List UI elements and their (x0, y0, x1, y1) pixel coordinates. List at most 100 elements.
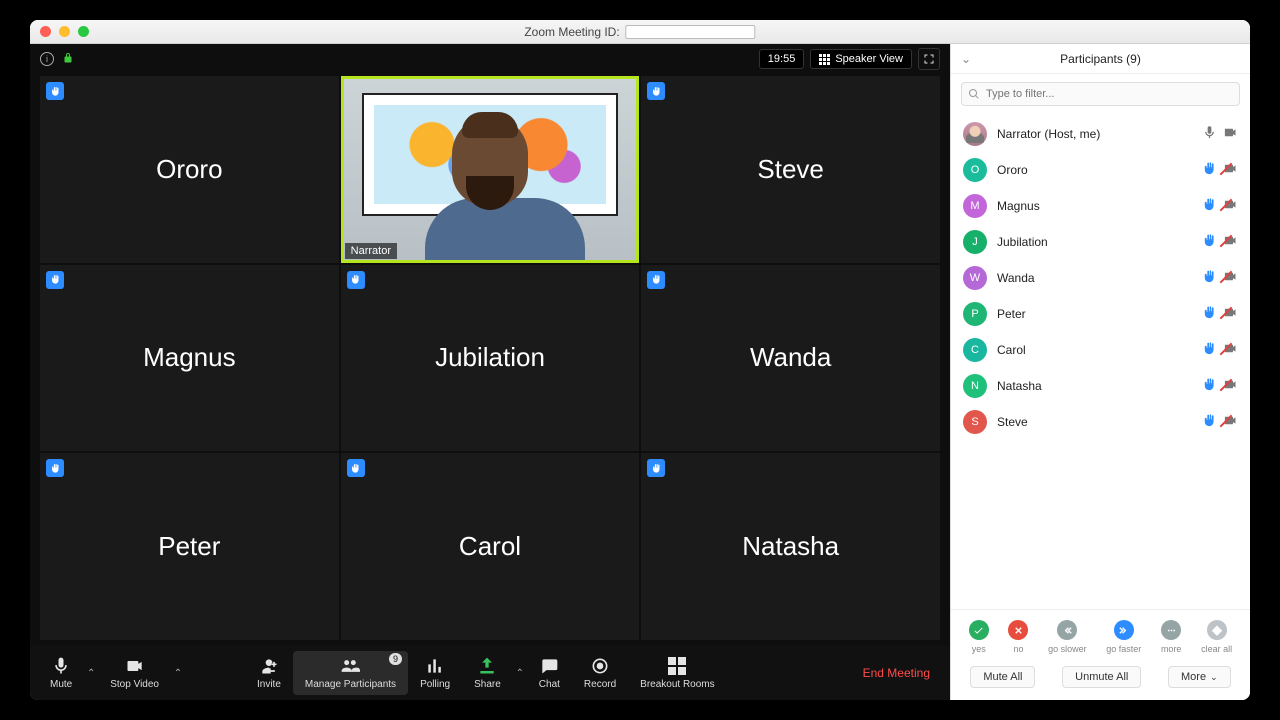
avatar: M (963, 194, 987, 218)
breakout-icon (668, 657, 686, 675)
react-no[interactable]: no (1008, 620, 1028, 654)
avatar: S (963, 410, 987, 434)
close-window[interactable] (40, 26, 51, 37)
speaker-view-button[interactable]: Speaker View (810, 49, 912, 69)
participant-row[interactable]: M Magnus (959, 188, 1242, 224)
participant-row[interactable]: OOroro (959, 152, 1242, 188)
mute-menu-caret[interactable]: ⌃ (84, 668, 98, 679)
participant-name: Wanda (997, 271, 1192, 285)
participant-row[interactable]: J Jubilation (959, 224, 1242, 260)
camera-off-icon (1223, 377, 1238, 395)
react-slower[interactable]: go slower (1048, 620, 1087, 654)
tile-name: Wanda (750, 342, 831, 373)
participant-name: Magnus (997, 199, 1192, 213)
react-faster[interactable]: go faster (1106, 620, 1141, 654)
react-yes[interactable]: yes (969, 620, 989, 654)
participant-row[interactable]: WWanda (959, 260, 1242, 296)
record-button[interactable]: Record (572, 651, 628, 695)
camera-off-icon (1223, 341, 1238, 359)
titlebar: Zoom Meeting ID: (30, 20, 1250, 44)
video-tile-wanda[interactable]: Wanda (641, 265, 940, 452)
camera-off-icon (1223, 161, 1238, 179)
share-menu-caret[interactable]: ⌃ (513, 668, 527, 679)
stop-video-button[interactable]: Stop Video (98, 651, 171, 695)
tile-name: Peter (158, 531, 220, 562)
video-tile-peter[interactable]: Peter (40, 453, 339, 640)
unmute-all-button[interactable]: Unmute All (1062, 666, 1141, 688)
tile-name: Natasha (742, 531, 839, 562)
video-tile-jubilation[interactable]: Jubilation (341, 265, 640, 452)
react-more[interactable]: more (1161, 620, 1182, 654)
minimize-window[interactable] (59, 26, 70, 37)
tile-name: Steve (757, 154, 824, 185)
camera-off-icon (1223, 305, 1238, 323)
video-tile-ororo[interactable]: Ororo (40, 76, 339, 263)
reaction-row: yes no go slower go faster more clear al… (951, 609, 1250, 658)
video-tile-carol[interactable]: Carol (341, 453, 640, 640)
raised-hand-icon (1202, 161, 1217, 179)
app-window: Zoom Meeting ID: i 19:55 Speaker View (30, 20, 1250, 700)
invite-button[interactable]: Invite (245, 651, 293, 695)
end-meeting-button[interactable]: End Meeting (851, 666, 942, 680)
raised-hand-icon (1202, 305, 1217, 323)
participant-name: Steve (997, 415, 1192, 429)
video-tile-steve[interactable]: Steve (641, 76, 940, 263)
info-icon[interactable]: i (40, 52, 54, 66)
participant-name: Carol (997, 343, 1192, 357)
search-icon (968, 88, 980, 100)
participant-name: Natasha (997, 379, 1192, 393)
recording-time: 19:55 (759, 49, 805, 69)
raised-hand-icon (647, 271, 665, 289)
camera-off-icon (1223, 413, 1238, 431)
raised-hand-icon (46, 82, 64, 100)
participant-row[interactable]: C Carol (959, 332, 1242, 368)
camera-off-icon (1223, 197, 1238, 215)
collapse-panel-button[interactable]: ⌄ (961, 52, 971, 66)
avatar: C (963, 338, 987, 362)
chat-button[interactable]: Chat (527, 651, 572, 695)
participants-panel: ⌄ Participants (9) Narrator (Host, me)OO… (950, 44, 1250, 700)
raised-hand-icon (647, 459, 665, 477)
camera-icon (1223, 125, 1238, 143)
participant-name: Peter (997, 307, 1192, 321)
mute-all-button[interactable]: Mute All (970, 666, 1035, 688)
raised-hand-icon (1202, 341, 1217, 359)
avatar: J (963, 230, 987, 254)
participant-row[interactable]: Narrator (Host, me) (959, 116, 1242, 152)
raised-hand-icon (347, 271, 365, 289)
breakout-rooms-button[interactable]: Breakout Rooms (628, 651, 726, 695)
participant-name: Jubilation (997, 235, 1192, 249)
share-button[interactable]: Share (462, 651, 513, 695)
react-clear[interactable]: clear all (1201, 620, 1232, 654)
participant-search-input[interactable] (961, 82, 1240, 106)
participant-row[interactable]: N Natasha (959, 368, 1242, 404)
raised-hand-icon (46, 459, 64, 477)
participant-row[interactable]: S Steve (959, 404, 1242, 440)
zoom-window[interactable] (78, 26, 89, 37)
participant-row[interactable]: PPeter (959, 296, 1242, 332)
camera-off-icon (1223, 233, 1238, 251)
polling-button[interactable]: Polling (408, 651, 462, 695)
participant-name: Ororo (997, 163, 1192, 177)
fullscreen-button[interactable] (918, 48, 940, 70)
manage-participants-button[interactable]: Manage Participants 9 (293, 651, 408, 695)
raised-hand-icon (647, 82, 665, 100)
raised-hand-icon (347, 459, 365, 477)
tile-name: Jubilation (435, 342, 545, 373)
name-tag: Narrator (345, 243, 397, 259)
avatar: N (963, 374, 987, 398)
raised-hand-icon (46, 271, 64, 289)
lock-icon (62, 52, 74, 67)
mute-button[interactable]: Mute (38, 651, 84, 695)
video-tile-natasha[interactable]: Natasha (641, 453, 940, 640)
more-button[interactable]: More⌄ (1168, 666, 1231, 688)
meeting-id-field[interactable] (626, 25, 756, 39)
video-tile-magnus[interactable]: Magnus (40, 265, 339, 452)
tile-name: Magnus (143, 342, 236, 373)
video-menu-caret[interactable]: ⌃ (171, 668, 185, 679)
window-title: Zoom Meeting ID: (524, 25, 619, 39)
mic-icon (1202, 125, 1217, 143)
video-tile-narrator[interactable]: Narrator (341, 76, 640, 263)
participants-badge: 9 (389, 653, 402, 665)
video-area: i 19:55 Speaker View Ororo Narrator Steve M… (30, 44, 950, 700)
